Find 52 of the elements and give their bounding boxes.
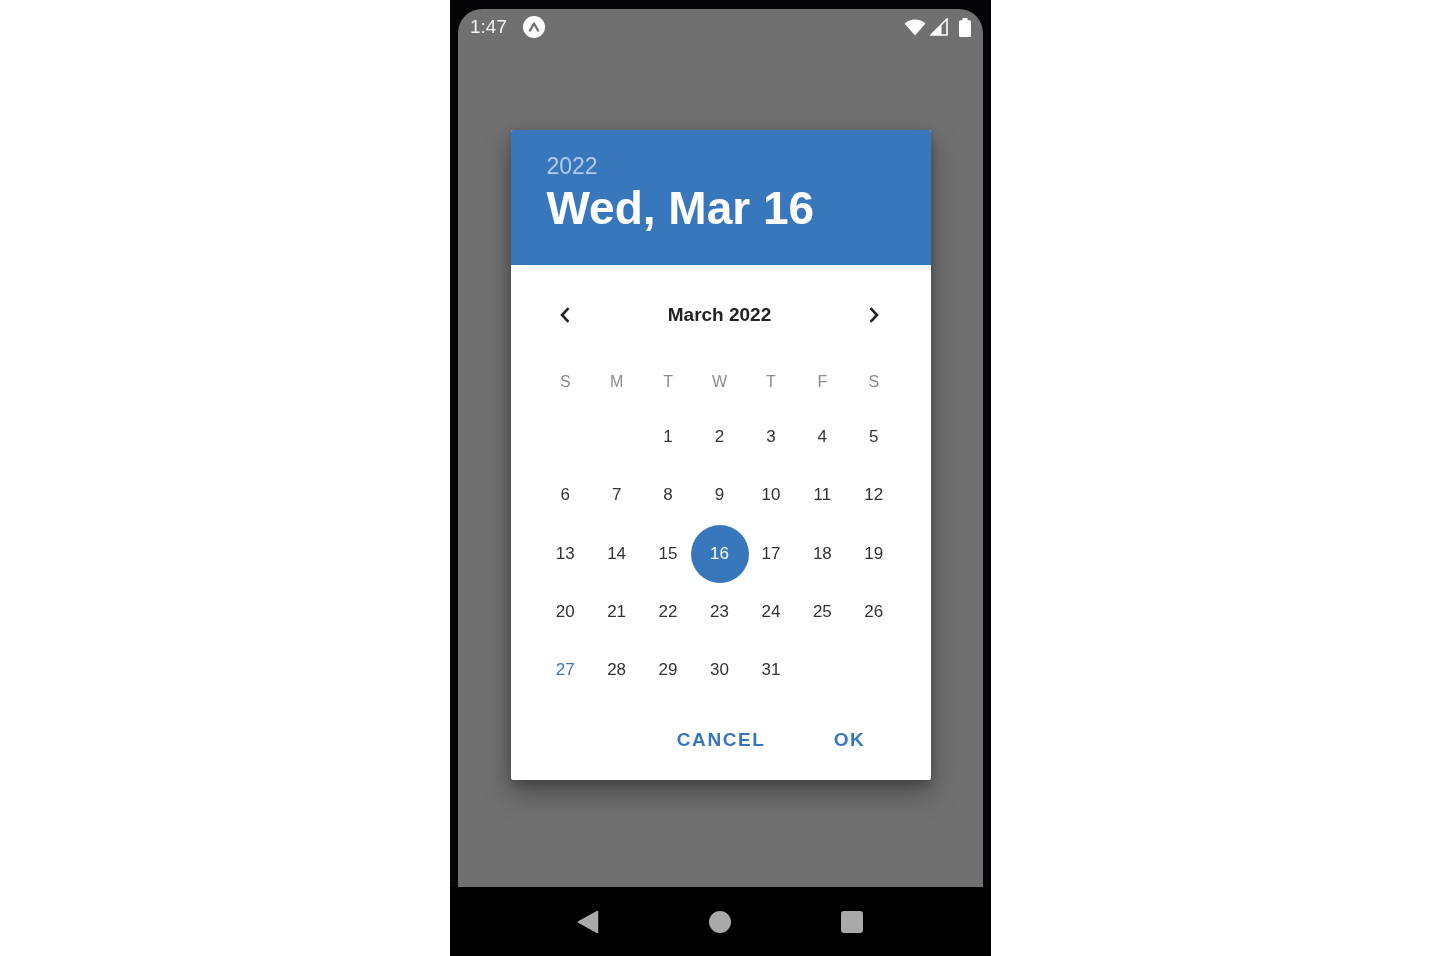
- back-icon[interactable]: [576, 909, 599, 934]
- caret-circle-icon: [523, 16, 545, 38]
- day-button[interactable]: 27: [542, 647, 589, 694]
- dialog-action-button[interactable]: CANCEL: [664, 722, 778, 759]
- day-button[interactable]: 8: [645, 472, 692, 519]
- day-button[interactable]: 25: [799, 588, 846, 635]
- day-button[interactable]: 5: [850, 414, 897, 461]
- dialog-action-button[interactable]: OK: [805, 722, 894, 759]
- day-button[interactable]: 14: [593, 530, 640, 577]
- day-button[interactable]: 29: [645, 647, 692, 694]
- weekday-label: T: [766, 373, 776, 391]
- day-button[interactable]: 12: [850, 472, 897, 519]
- day-button[interactable]: 24: [747, 588, 794, 635]
- day-button[interactable]: 16: [690, 524, 749, 583]
- month-label: March 2022: [667, 304, 772, 326]
- day-button[interactable]: 30: [696, 647, 743, 694]
- recents-icon[interactable]: [840, 910, 863, 933]
- day-button[interactable]: 23: [696, 588, 743, 635]
- weekday-label: W: [711, 373, 728, 391]
- day-button[interactable]: 19: [850, 530, 897, 577]
- weekday-label: T: [663, 373, 673, 391]
- day-button[interactable]: 26: [850, 588, 897, 635]
- day-button[interactable]: 13: [542, 530, 589, 577]
- weekday-label: S: [559, 373, 571, 391]
- selected-date-title[interactable]: Wed, Mar 16: [546, 182, 815, 234]
- day-button[interactable]: 9: [696, 472, 743, 519]
- day-button[interactable]: 20: [542, 588, 589, 635]
- day-button[interactable]: 1: [645, 414, 692, 461]
- chevron-right-icon: [867, 306, 880, 324]
- weekday-label: S: [868, 373, 880, 391]
- day-button[interactable]: 11: [799, 472, 846, 519]
- battery-icon: [959, 17, 971, 37]
- day-button[interactable]: 28: [593, 647, 640, 694]
- day-button[interactable]: 7: [593, 472, 640, 519]
- home-icon[interactable]: [708, 910, 731, 933]
- weekday-label: M: [609, 373, 624, 391]
- chevron-left-icon: [559, 306, 572, 324]
- day-button[interactable]: 18: [799, 530, 846, 577]
- signal-icon: [930, 18, 948, 36]
- day-button[interactable]: 10: [747, 472, 794, 519]
- day-button[interactable]: 17: [747, 530, 794, 577]
- day-button[interactable]: 4: [799, 414, 846, 461]
- day-button[interactable]: 15: [645, 530, 692, 577]
- day-button[interactable]: 22: [645, 588, 692, 635]
- day-button[interactable]: 21: [593, 588, 640, 635]
- status-time: 1:47: [470, 16, 507, 38]
- day-button[interactable]: 31: [747, 647, 794, 694]
- weekday-label: F: [817, 373, 828, 391]
- day-button[interactable]: 2: [696, 414, 743, 461]
- day-button[interactable]: 6: [542, 472, 589, 519]
- wifi-icon: [904, 18, 926, 36]
- day-button[interactable]: 3: [747, 414, 794, 461]
